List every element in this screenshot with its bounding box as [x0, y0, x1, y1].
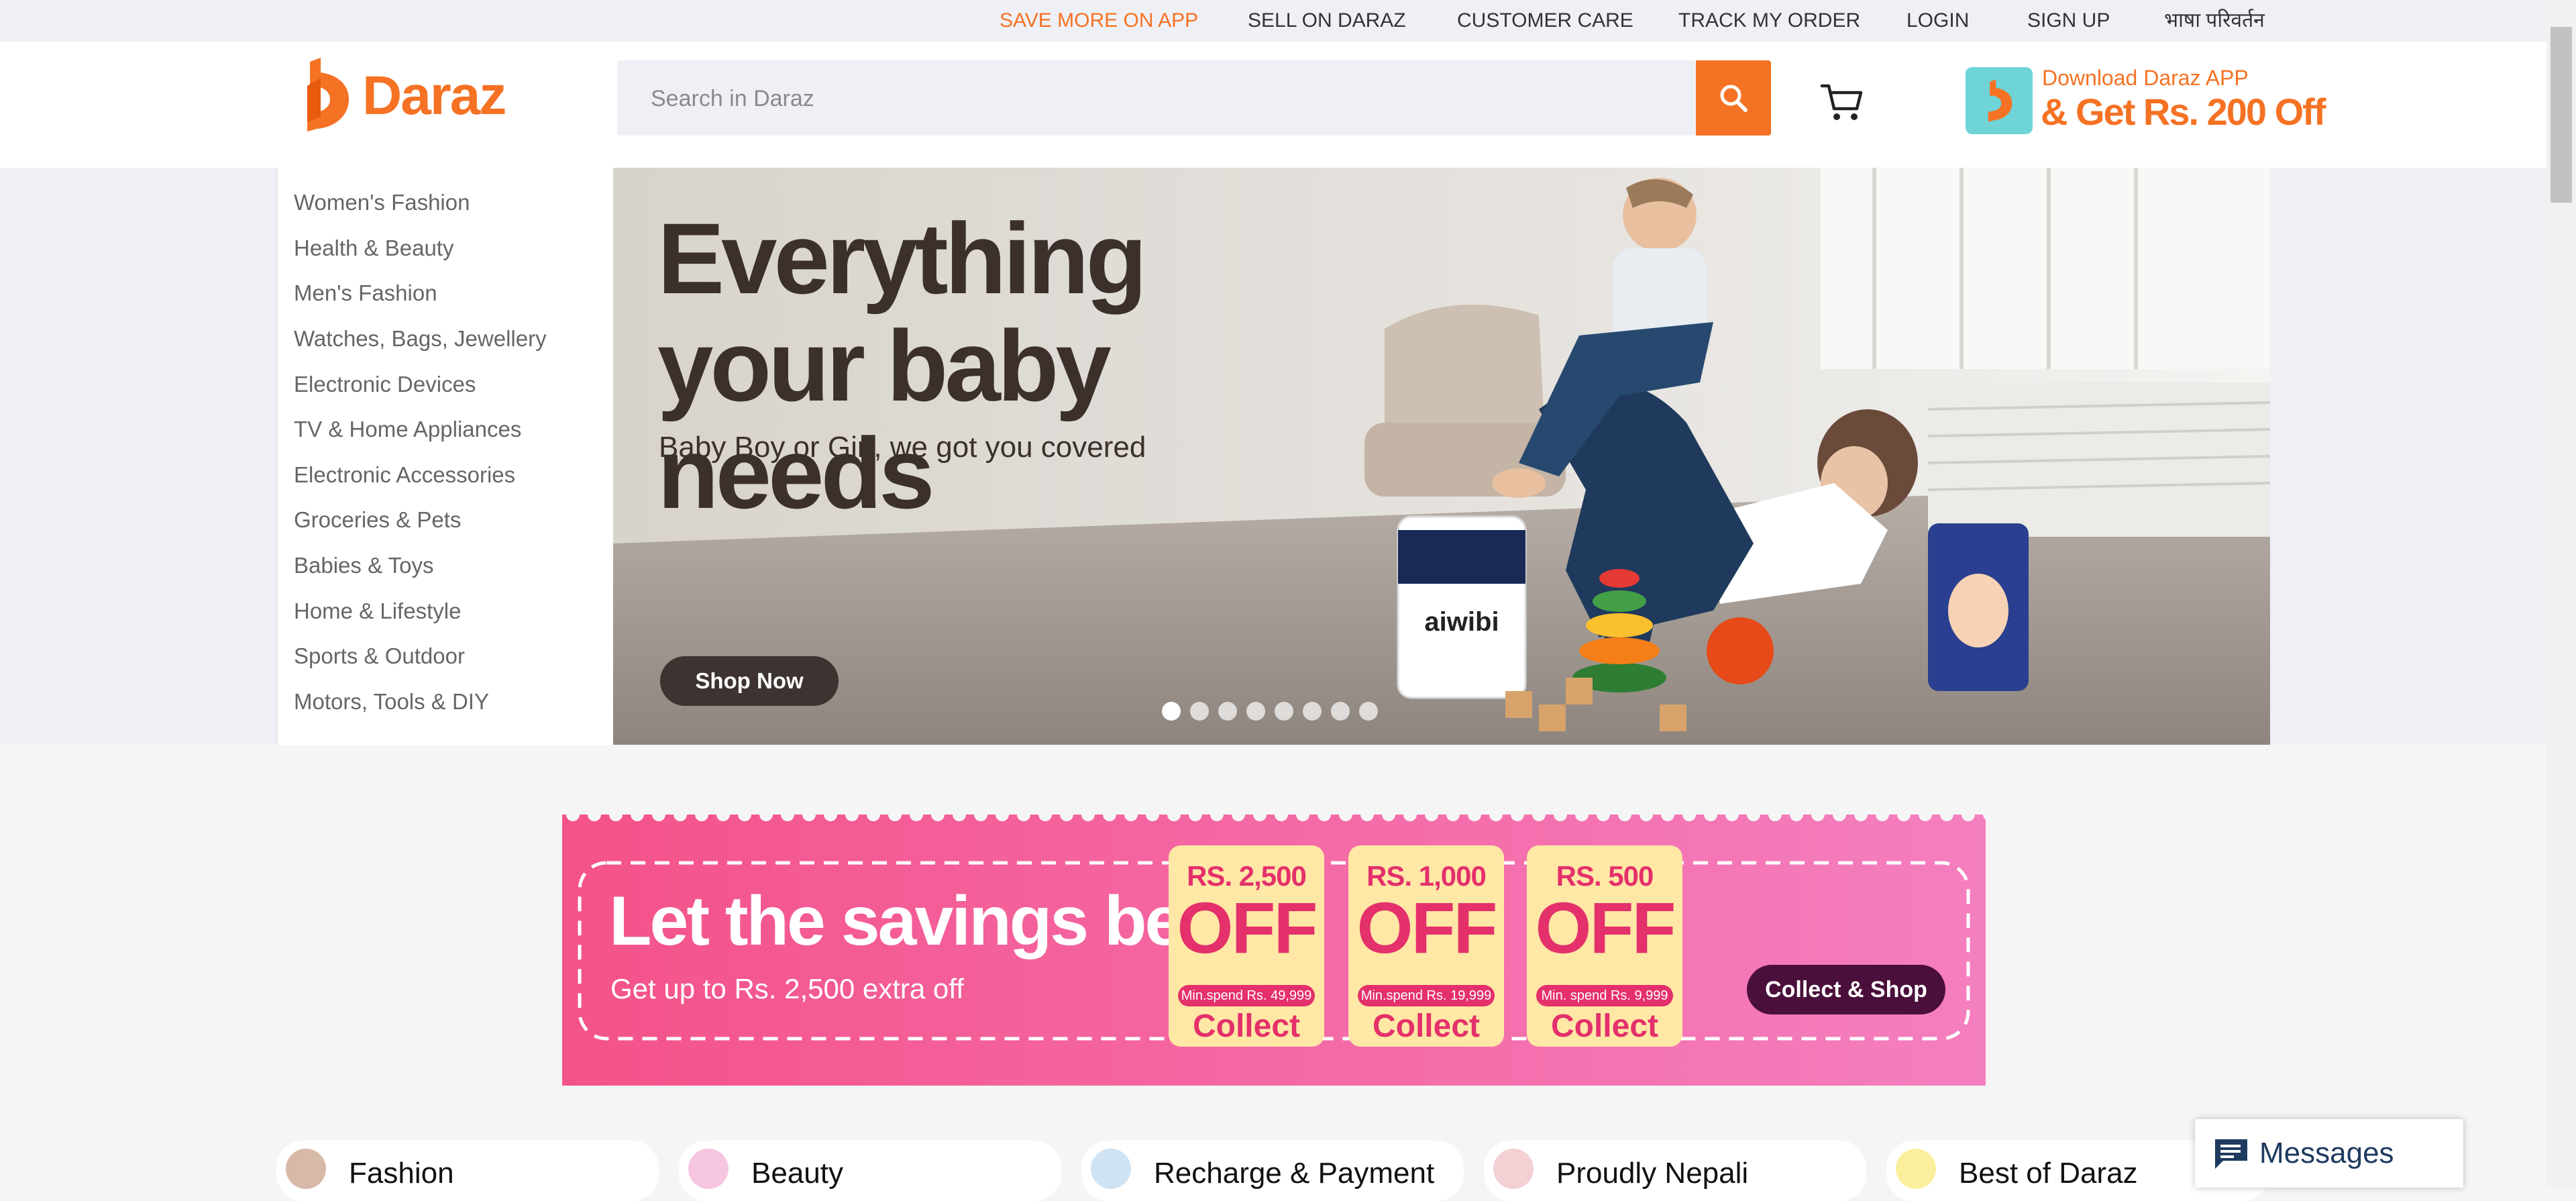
chat-icon	[2215, 1139, 2247, 1169]
coupon-min-spend: Min. spend Rs. 9,999	[1536, 985, 1673, 1006]
daraz-logo[interactable]: Daraz	[301, 58, 506, 132]
coupon-off: OFF	[1356, 887, 1498, 968]
banner-headline: Everything your baby needs	[657, 202, 1147, 529]
carousel-dot[interactable]	[1303, 702, 1322, 721]
coupon-min-spend: Min.spend Rs. 49,999	[1178, 985, 1315, 1006]
category-electronic-devices[interactable]: Electronic Devices	[294, 371, 476, 398]
tile-label: Best of Daraz	[1959, 1157, 2138, 1190]
search-input[interactable]	[649, 60, 1631, 137]
tile-fashion[interactable]: Fashion	[276, 1141, 659, 1201]
collect-and-shop-button[interactable]: Collect & Shop	[1747, 965, 1945, 1014]
category-sports-outdoor[interactable]: Sports & Outdoor	[294, 643, 465, 670]
coupon-off: OFF	[1177, 887, 1318, 968]
coupon-collect-label: Collect	[1550, 1008, 1659, 1044]
category-tv-home-appliances[interactable]: TV & Home Appliances	[294, 416, 521, 443]
coupon-collect-label: Collect	[1372, 1008, 1481, 1044]
top-utility-bar: SAVE MORE ON APP SELL ON DARAZ CUSTOMER …	[0, 0, 2546, 42]
category-home-lifestyle[interactable]: Home & Lifestyle	[294, 598, 461, 625]
hero-banner[interactable]: aiwibi Everything your baby needs Baby B…	[613, 168, 2270, 745]
carousel-dot[interactable]	[1246, 702, 1265, 721]
recharge-icon	[1091, 1149, 1131, 1189]
language-switch-link[interactable]: भाषा परिवर्तन	[2164, 9, 2265, 33]
download-app-text: Download Daraz APP	[2042, 66, 2249, 90]
tile-recharge-payment[interactable]: Recharge & Payment	[1081, 1141, 1464, 1201]
carousel-dot[interactable]	[1190, 702, 1209, 721]
product-brand-label: aiwibi	[1424, 607, 1499, 637]
track-my-order-link[interactable]: TRACK MY ORDER	[1678, 9, 1860, 33]
star-icon	[1896, 1149, 1936, 1189]
coupon-min-spend: Min.spend Rs. 19,999	[1358, 985, 1495, 1006]
tile-label: Beauty	[751, 1157, 843, 1190]
daraz-logo-icon	[307, 58, 349, 132]
carousel-dot[interactable]	[1331, 702, 1350, 721]
coupon-off: OFF	[1535, 887, 1676, 968]
beauty-icon	[688, 1149, 729, 1189]
category-electronic-accessories[interactable]: Electronic Accessories	[294, 462, 515, 488]
customer-care-link[interactable]: CUSTOMER CARE	[1457, 9, 1633, 33]
category-watches-bags-jewellery[interactable]: Watches, Bags, Jewellery	[294, 325, 547, 352]
promo-subtitle: Get up to Rs. 2,500 extra off	[610, 973, 964, 1004]
search-button[interactable]	[1696, 60, 1771, 136]
cart-button[interactable]	[1819, 81, 1865, 123]
carousel-indicators	[1162, 702, 1378, 721]
category-mens-fashion[interactable]: Men's Fashion	[294, 280, 437, 307]
category-motors-tools-diy[interactable]: Motors, Tools & DIY	[294, 688, 489, 715]
fashion-icon	[286, 1149, 326, 1189]
shop-now-button[interactable]: Shop Now	[660, 656, 839, 706]
category-babies-toys[interactable]: Babies & Toys	[294, 552, 434, 579]
messages-widget[interactable]: Messages	[2195, 1119, 2463, 1188]
tile-label: Fashion	[349, 1157, 454, 1190]
carousel-dot[interactable]	[1359, 702, 1378, 721]
nepal-flag-icon	[1493, 1149, 1534, 1189]
category-groceries-pets[interactable]: Groceries & Pets	[294, 507, 461, 533]
search-bar	[617, 60, 1696, 137]
tile-label: Recharge & Payment	[1154, 1157, 1435, 1190]
logo-wordmark: Daraz	[362, 65, 506, 126]
messages-label: Messages	[2259, 1137, 2394, 1169]
download-app-promo[interactable]: Download Daraz APP & Get Rs. 200 Off	[1966, 64, 2326, 138]
carousel-dot[interactable]	[1275, 702, 1293, 721]
coupon-collect-label: Collect	[1192, 1008, 1301, 1044]
shopping-cart-icon	[1820, 84, 1863, 120]
tile-beauty[interactable]: Beauty	[679, 1141, 1061, 1201]
app-discount-text: & Get Rs. 200 Off	[2041, 91, 2326, 133]
savings-promo-banner[interactable]: Let the savings begin Get up to Rs. 2,50…	[562, 815, 1986, 1086]
sell-on-daraz-link[interactable]: SELL ON DARAZ	[1248, 9, 1406, 33]
tile-proudly-nepali[interactable]: Proudly Nepali	[1484, 1141, 1866, 1201]
save-more-on-app-link[interactable]: SAVE MORE ON APP	[1000, 9, 1198, 33]
login-link[interactable]: LOGIN	[1907, 9, 1969, 33]
category-womens-fashion[interactable]: Women's Fashion	[294, 189, 470, 216]
search-icon	[1720, 85, 1748, 112]
banner-subtitle: Baby Boy or Girl, we got you covered	[659, 431, 1146, 464]
carousel-dot[interactable]	[1218, 702, 1237, 721]
carousel-dot[interactable]	[1162, 702, 1181, 721]
category-health-beauty[interactable]: Health & Beauty	[294, 235, 453, 262]
scrollbar-thumb[interactable]	[2551, 27, 2572, 203]
category-menu: Women's Fashion Health & Beauty Men's Fa…	[276, 168, 614, 745]
coupon-card[interactable]: RS. 1,000 OFF Min.spend Rs. 19,999 Colle…	[1348, 845, 1504, 1047]
coupon-card[interactable]: RS. 2,500 OFF Min.spend Rs. 49,999 Colle…	[1169, 845, 1324, 1047]
coupon-card[interactable]: RS. 500 OFF Min. spend Rs. 9,999 Collect	[1527, 845, 1682, 1047]
sign-up-link[interactable]: SIGN UP	[2027, 9, 2110, 33]
tile-label: Proudly Nepali	[1556, 1157, 1749, 1190]
daraz-app-icon	[1966, 67, 2033, 134]
